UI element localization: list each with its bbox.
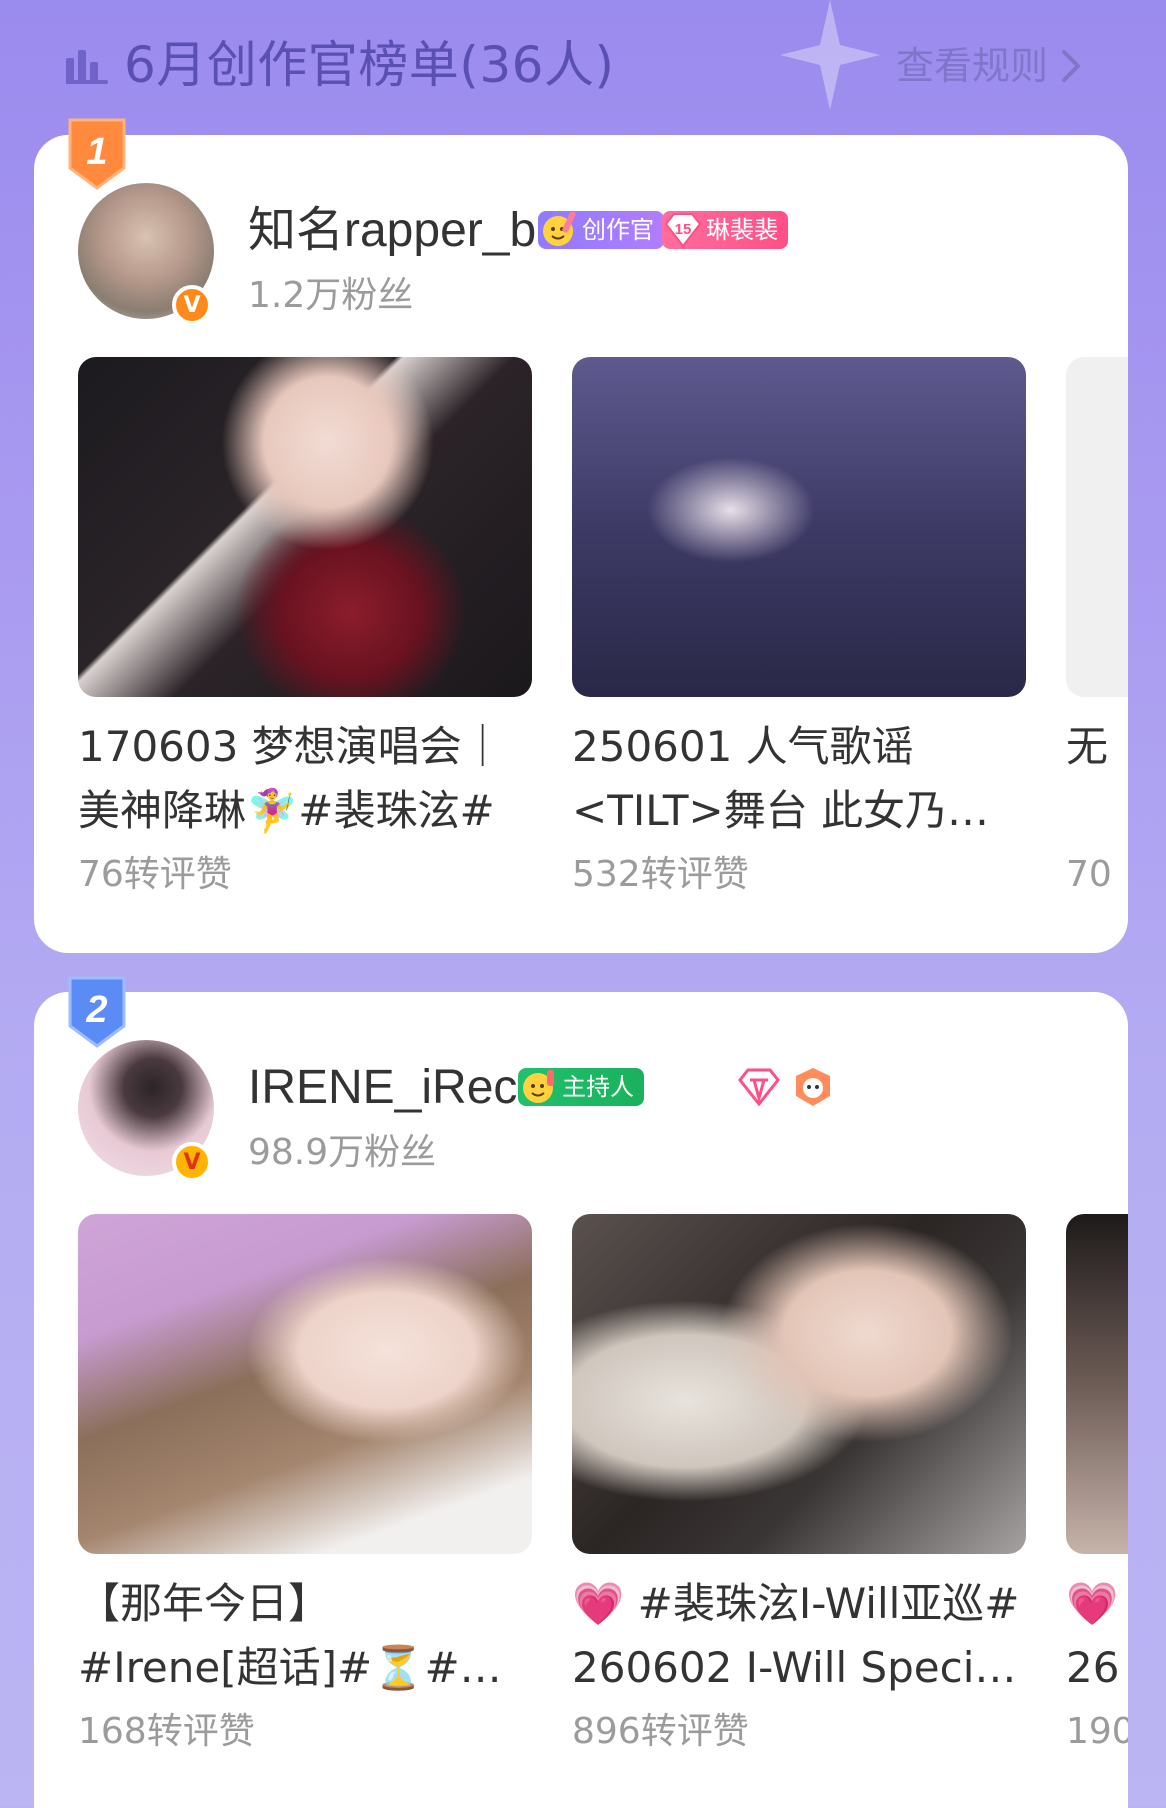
post-title[interactable]: 💗 26	[1066, 1572, 1128, 1700]
svg-text:1: 1	[86, 131, 107, 173]
post-title[interactable]: 💗 #裴珠泫I-Will亚巡# 260602 I-Will Speci…	[572, 1572, 1026, 1700]
post-title[interactable]: 170603 梦想演唱会｜ 美神降琳🧚‍♀️#裴珠泫#	[78, 715, 532, 843]
post-thumbnail[interactable]	[78, 357, 532, 697]
diamond-level-icon: 15	[664, 213, 702, 248]
mascot-icon[interactable]	[790, 1064, 836, 1110]
view-rules-link[interactable]: 查看规则	[896, 40, 1048, 92]
post-thumbnail[interactable]	[78, 1214, 532, 1554]
rank-1-badge: 1	[68, 118, 126, 190]
post-thumbnail[interactable]	[572, 1214, 1026, 1554]
diamond-fan-icon[interactable]	[736, 1064, 782, 1110]
svg-text:2: 2	[85, 989, 107, 1031]
post-title[interactable]: 【那年今日】 #Irene[超话]#⏳#与…	[78, 1572, 532, 1700]
page-title: 6月创作官榜单(36人)	[124, 36, 615, 94]
post-thumbnail[interactable]	[1066, 357, 1128, 697]
verified-badge-icon: V	[172, 285, 212, 325]
fan-club-badge[interactable]: 15 琳裴裴	[662, 211, 788, 249]
post-thumbnail[interactable]	[1066, 1214, 1128, 1554]
host-role-badge[interactable]: 主持人	[518, 1068, 644, 1106]
fan-count: 98.9万粉丝	[248, 1132, 437, 1173]
creator-card[interactable]: V 知名rapper_bae 创作官 15 琳裴裴 1.2万粉丝 170603 …	[34, 135, 1128, 953]
post-title[interactable]: 无	[1066, 715, 1128, 843]
creator-emoji-icon	[543, 211, 576, 246]
microphone-emoji-icon	[523, 1070, 554, 1103]
bar-chart-icon	[66, 50, 108, 84]
post-stats: 896转评赞	[572, 1711, 749, 1752]
sparkle-decoration	[780, 0, 880, 110]
post-stats: 190	[1066, 1711, 1128, 1752]
post-thumbnail[interactable]	[572, 357, 1026, 697]
creator-card[interactable]: V IRENE_iRecord 主持人 98.9万粉丝 【那年今日】 #Iren…	[34, 992, 1128, 1808]
post-stats: 532转评赞	[572, 854, 749, 895]
post-stats: 70	[1066, 854, 1112, 895]
post-stats: 168转评赞	[78, 1711, 255, 1752]
post-title[interactable]: 250601 人气歌谣 <TILT>舞台 此女乃…	[572, 715, 1026, 843]
creator-role-label: 创作官	[582, 216, 654, 244]
ranking-header: 6月创作官榜单(36人) 查看规则	[0, 0, 1166, 135]
verified-badge-icon: V	[172, 1142, 212, 1182]
creator-role-badge[interactable]: 创作官	[538, 211, 664, 249]
fan-count: 1.2万粉丝	[248, 275, 414, 316]
chevron-right-icon[interactable]	[1056, 44, 1086, 88]
fan-badge-name: 琳裴裴	[706, 216, 778, 244]
fan-badge-level: 15	[675, 221, 692, 238]
rank-2-badge: 2	[68, 976, 126, 1048]
host-role-label: 主持人	[562, 1073, 634, 1101]
post-stats: 76转评赞	[78, 854, 232, 895]
